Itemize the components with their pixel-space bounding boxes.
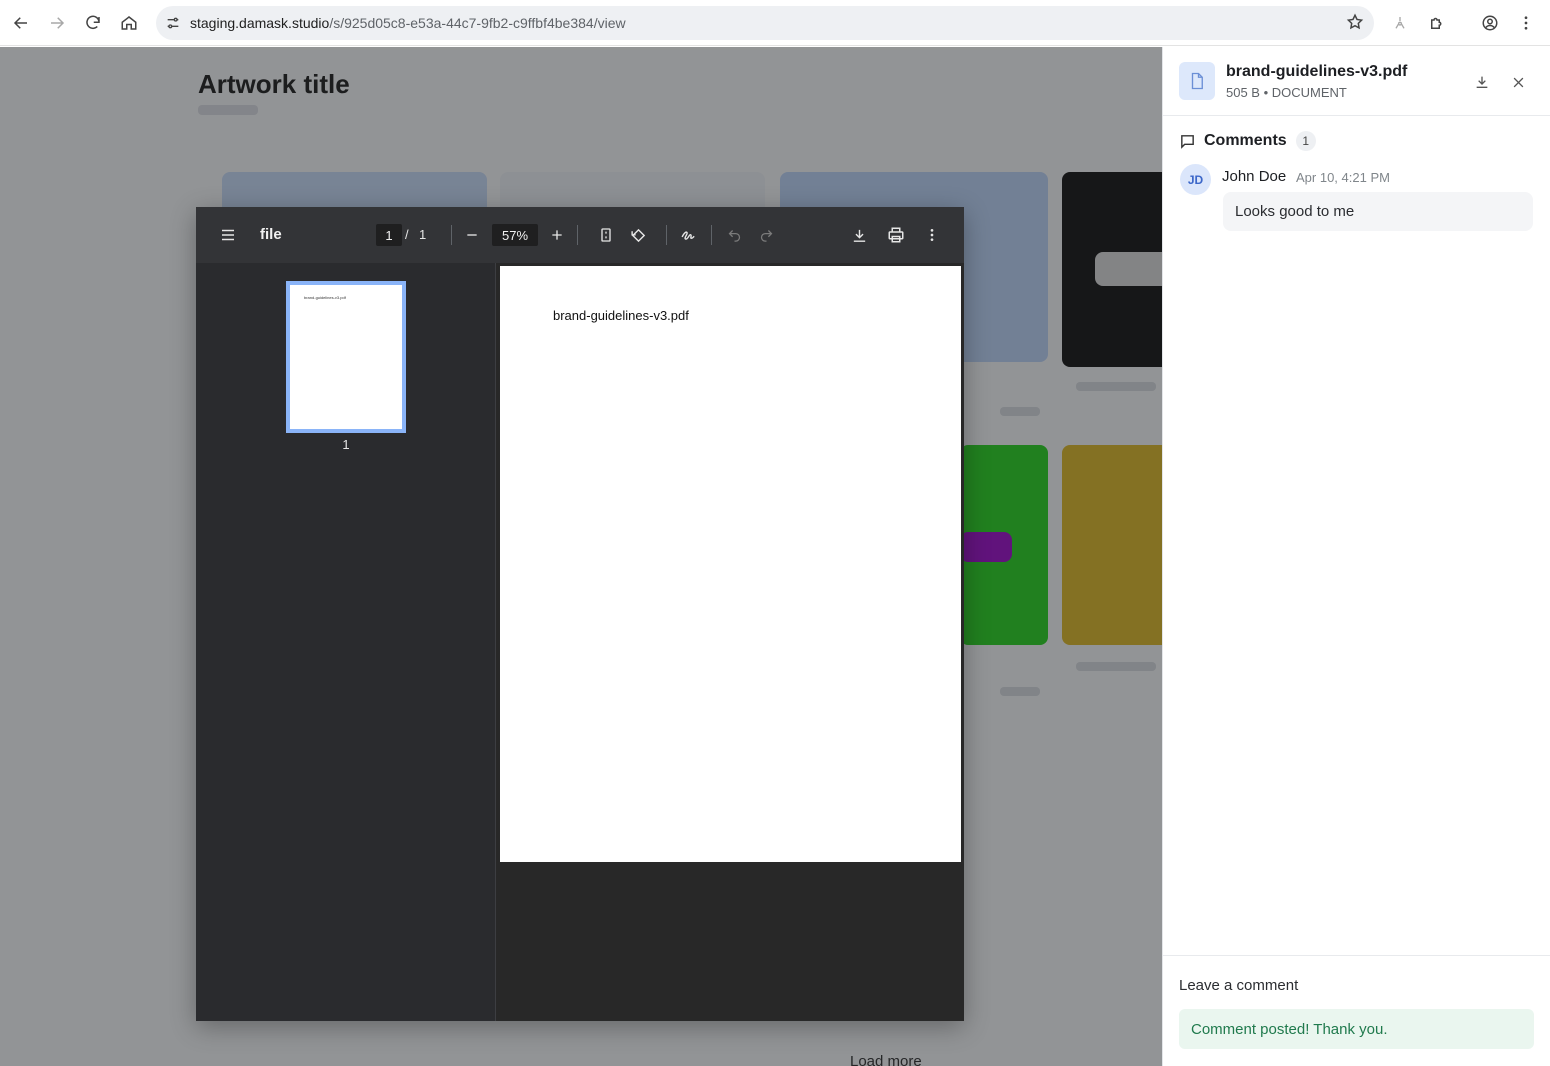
page-number-input[interactable]: 1	[376, 224, 402, 246]
comment-author: John Doe	[1222, 168, 1287, 185]
fit-page-button[interactable]	[590, 219, 622, 251]
redo-button[interactable]	[750, 219, 782, 251]
arrow-left-icon	[13, 17, 27, 29]
fit-page-icon	[601, 228, 611, 242]
comment-composer: Leave a comment Comment posted! Thank yo…	[1163, 955, 1550, 1066]
sidebar-menu-button[interactable]	[212, 219, 244, 251]
zoom-out-button[interactable]	[456, 219, 488, 251]
page-thumbnail[interactable]: brand-guidelines-v3.pdf	[286, 281, 406, 433]
plus-icon	[552, 230, 562, 240]
pdf-page-area[interactable]: brand-guidelines-v3.pdf	[497, 263, 964, 1021]
url-host: staging.damask.studio	[190, 15, 330, 31]
more-vertical-icon	[930, 229, 934, 241]
comments-count-badge: 1	[1295, 131, 1316, 151]
download-icon	[1476, 76, 1488, 88]
extensions-puzzle-icon[interactable]	[1419, 5, 1455, 41]
extension-icon[interactable]	[1382, 5, 1418, 41]
comment-timestamp: Apr 10, 4:21 PM	[1296, 170, 1390, 185]
comment-text: Looks good to me	[1223, 192, 1533, 231]
pdf-viewer: file 1 / 1 57% brand-guidelines-v3.pdf 1…	[196, 207, 964, 1021]
thumbnail-text: brand-guidelines-v3.pdf	[304, 295, 346, 300]
draw-icon	[680, 230, 695, 240]
document-icon	[1179, 62, 1215, 100]
toolbar-divider	[711, 225, 712, 245]
thumbnail-pane: brand-guidelines-v3.pdf 1	[196, 263, 496, 1021]
page-separator: /	[405, 227, 409, 242]
browser-menu-icon[interactable]	[1508, 5, 1544, 41]
address-bar[interactable]: staging.damask.studio/s/925d05c8-e53a-44…	[156, 6, 1374, 40]
pdf-page: brand-guidelines-v3.pdf	[500, 266, 961, 862]
pdf-more-button[interactable]	[916, 219, 948, 251]
print-button[interactable]	[880, 219, 912, 251]
leave-comment-label: Leave a comment	[1179, 977, 1299, 994]
file-meta: 505 B • DOCUMENT	[1226, 85, 1347, 100]
comment-icon	[1181, 134, 1194, 149]
pdf-filename: file	[260, 226, 282, 243]
download-icon	[853, 229, 865, 242]
toolbar-divider	[451, 225, 452, 245]
url-text: staging.damask.studio/s/925d05c8-e53a-44…	[190, 15, 626, 31]
redo-icon	[760, 229, 772, 242]
comments-title: Comments	[1204, 132, 1287, 149]
pdf-page-text: brand-guidelines-v3.pdf	[553, 308, 689, 323]
comments-header: Comments 1	[1179, 131, 1316, 151]
reload-button[interactable]	[75, 5, 111, 41]
home-icon	[121, 16, 137, 30]
toolbar-divider	[666, 225, 667, 245]
zoom-in-button[interactable]	[541, 219, 573, 251]
back-button[interactable]	[3, 5, 39, 41]
home-button[interactable]	[111, 5, 147, 41]
panel-header: brand-guidelines-v3.pdf 505 B • DOCUMENT	[1163, 47, 1550, 116]
rotate-button[interactable]	[622, 219, 654, 251]
comment-posted-message: Comment posted! Thank you.	[1179, 1009, 1534, 1049]
avatar: JD	[1180, 164, 1211, 195]
arrow-right-icon	[51, 17, 65, 29]
undo-button[interactable]	[718, 219, 750, 251]
minus-icon	[467, 234, 477, 236]
zoom-level-input[interactable]: 57%	[492, 224, 538, 246]
site-settings-icon[interactable]	[156, 6, 190, 40]
download-button[interactable]	[1469, 69, 1495, 95]
reload-icon	[86, 15, 100, 30]
pdf-toolbar: file 1 / 1 57%	[196, 207, 964, 263]
annotate-button[interactable]	[672, 219, 704, 251]
browser-toolbar: staging.damask.studio/s/925d05c8-e53a-44…	[0, 0, 1550, 46]
menu-icon	[222, 229, 234, 241]
file-details-panel: brand-guidelines-v3.pdf 505 B • DOCUMENT…	[1162, 47, 1550, 1066]
rotate-icon	[630, 228, 645, 242]
file-name: brand-guidelines-v3.pdf	[1226, 63, 1408, 80]
page-total: 1	[419, 227, 427, 242]
bookmark-star-icon[interactable]	[1346, 13, 1364, 36]
forward-button[interactable]	[39, 5, 75, 41]
profile-icon[interactable]	[1472, 5, 1508, 41]
pdf-download-button[interactable]	[843, 219, 875, 251]
thumbnail-page-number: 1	[342, 437, 350, 452]
toolbar-divider	[577, 225, 578, 245]
print-icon	[888, 227, 904, 243]
url-path: /s/925d05c8-e53a-44c7-9fb2-c9ffbf4be384/…	[329, 15, 626, 31]
close-button[interactable]	[1505, 69, 1531, 95]
close-icon	[1513, 77, 1523, 87]
undo-icon	[728, 229, 740, 242]
